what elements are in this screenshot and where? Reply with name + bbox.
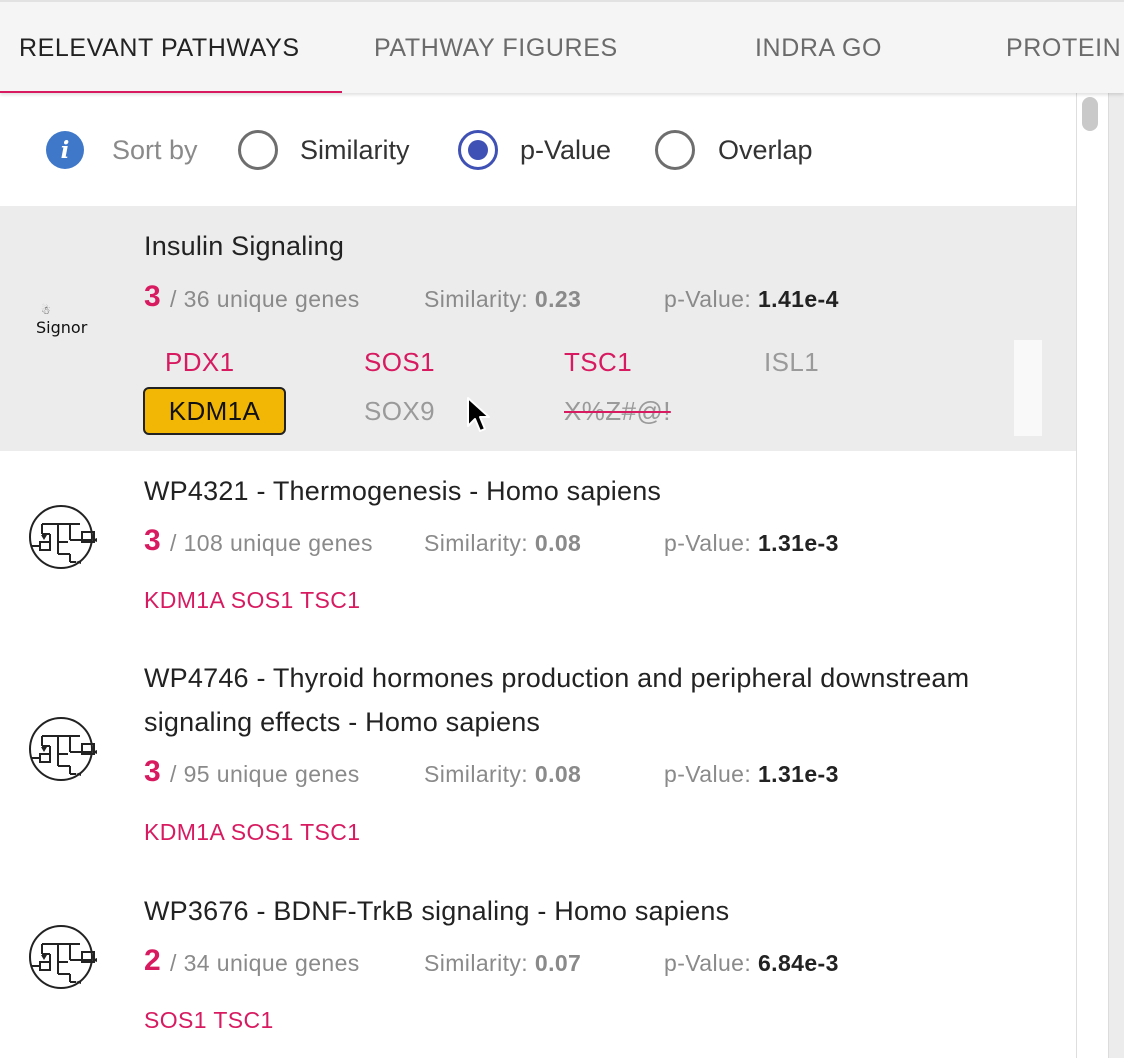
gene-chip[interactable]: TSC1 xyxy=(564,342,632,382)
tab-bar: RELEVANT PATHWAYS PATHWAY FIGURES INDRA … xyxy=(0,0,1124,93)
sort-pvalue-radio[interactable] xyxy=(458,130,498,170)
tab-relevant-pathways[interactable]: RELEVANT PATHWAYS xyxy=(19,2,300,93)
unique-genes-total: / 34 unique genes xyxy=(170,950,360,976)
pvalue-stat: p-Value: 1.31e-3 xyxy=(664,530,839,556)
wikipathways-icon xyxy=(29,717,97,781)
gene-chip[interactable]: SOS1 xyxy=(364,342,435,382)
gene-chip[interactable]: ISL1 xyxy=(764,342,819,382)
pathway-title[interactable]: WP3676 - BDNF-TrkB signaling - Homo sapi… xyxy=(144,889,729,933)
similarity-stat: Similarity: 0.07 xyxy=(424,950,582,976)
overlap-genes[interactable]: KDM1A SOS1 TSC1 xyxy=(144,817,361,847)
sort-similarity-label[interactable]: Similarity xyxy=(300,130,410,170)
info-icon[interactable]: i xyxy=(46,131,84,169)
gene-chip[interactable]: SOX9 xyxy=(364,391,435,431)
similarity-value: 0.08 xyxy=(534,530,582,556)
gene-chip-unrecognized[interactable]: X%Z#@! xyxy=(564,391,671,431)
overlap-count: 3 xyxy=(144,755,161,788)
pvalue-value: 1.31e-3 xyxy=(757,761,839,787)
wikipathways-icon xyxy=(29,505,97,569)
tab-protein[interactable]: PROTEIN xyxy=(1006,2,1121,93)
pvalue-value: 1.31e-3 xyxy=(757,530,839,556)
overlap-count: 2 xyxy=(144,944,161,977)
sort-overlap-radio[interactable] xyxy=(655,130,695,170)
overlap-count: 3 xyxy=(144,280,161,313)
pvalue-stat: p-Value: 1.41e-4 xyxy=(664,286,839,312)
pathway-row[interactable]: WP4321 - Thermogenesis - Homo sapiens 3 … xyxy=(0,451,1076,641)
overlap-genes[interactable]: SOS1 TSC1 xyxy=(144,1005,274,1035)
pvalue-stat: p-Value: 6.84e-3 xyxy=(664,950,839,976)
unique-genes-total: / 95 unique genes xyxy=(170,761,360,787)
sort-by-label: Sort by xyxy=(112,134,198,165)
pathway-row[interactable]: WP4746 - Thyroid hormones production and… xyxy=(0,641,1076,874)
pathway-row-selected[interactable]: ☃ Signor Insulin Signaling 3 / 36 unique… xyxy=(0,206,1076,451)
pathway-title[interactable]: WP4321 - Thermogenesis - Homo sapiens xyxy=(144,469,661,513)
mouse-cursor-icon xyxy=(467,397,490,432)
sort-controls: i Sort by Similarity p-Value Overlap xyxy=(0,93,1076,206)
outer-scrollbar[interactable] xyxy=(1108,93,1124,1058)
sort-pvalue-label[interactable]: p-Value xyxy=(520,130,611,170)
similarity-value: 0.07 xyxy=(534,950,582,976)
pathway-title[interactable]: WP4746 - Thyroid hormones production and… xyxy=(144,656,969,744)
overlap-genes[interactable]: KDM1A SOS1 TSC1 xyxy=(144,585,361,615)
signor-logo: ☃ Signor xyxy=(36,304,88,337)
unique-genes-total: / 108 unique genes xyxy=(170,530,373,556)
pathway-title[interactable]: Insulin Signaling xyxy=(144,224,344,268)
gene-chip[interactable]: PDX1 xyxy=(165,342,235,382)
pvalue-stat: p-Value: 1.31e-3 xyxy=(664,761,839,787)
tab-pathway-figures[interactable]: PATHWAY FIGURES xyxy=(374,2,618,93)
sort-overlap-label[interactable]: Overlap xyxy=(718,130,813,170)
gene-chip-highlighted[interactable]: KDM1A xyxy=(143,387,286,435)
active-tab-indicator xyxy=(0,91,342,93)
similarity-stat: Similarity: 0.23 xyxy=(424,286,582,312)
pvalue-value: 6.84e-3 xyxy=(757,950,839,976)
sort-similarity-radio[interactable] xyxy=(238,130,278,170)
similarity-stat: Similarity: 0.08 xyxy=(424,761,582,787)
tab-indra-go[interactable]: INDRA GO xyxy=(755,2,882,93)
pvalue-value: 1.41e-4 xyxy=(757,286,839,312)
wikipathways-icon xyxy=(29,925,97,989)
similarity-value: 0.08 xyxy=(534,761,582,787)
overlap-count: 3 xyxy=(144,524,161,557)
similarity-stat: Similarity: 0.08 xyxy=(424,530,582,556)
similarity-value: 0.23 xyxy=(534,286,582,312)
unique-genes-total: / 36 unique genes xyxy=(170,286,360,312)
gene-list-scrollbar[interactable] xyxy=(1014,340,1042,436)
pathway-row[interactable]: WP3676 - BDNF-TrkB signaling - Homo sapi… xyxy=(0,874,1076,1058)
scrollbar-thumb[interactable] xyxy=(1082,97,1098,131)
